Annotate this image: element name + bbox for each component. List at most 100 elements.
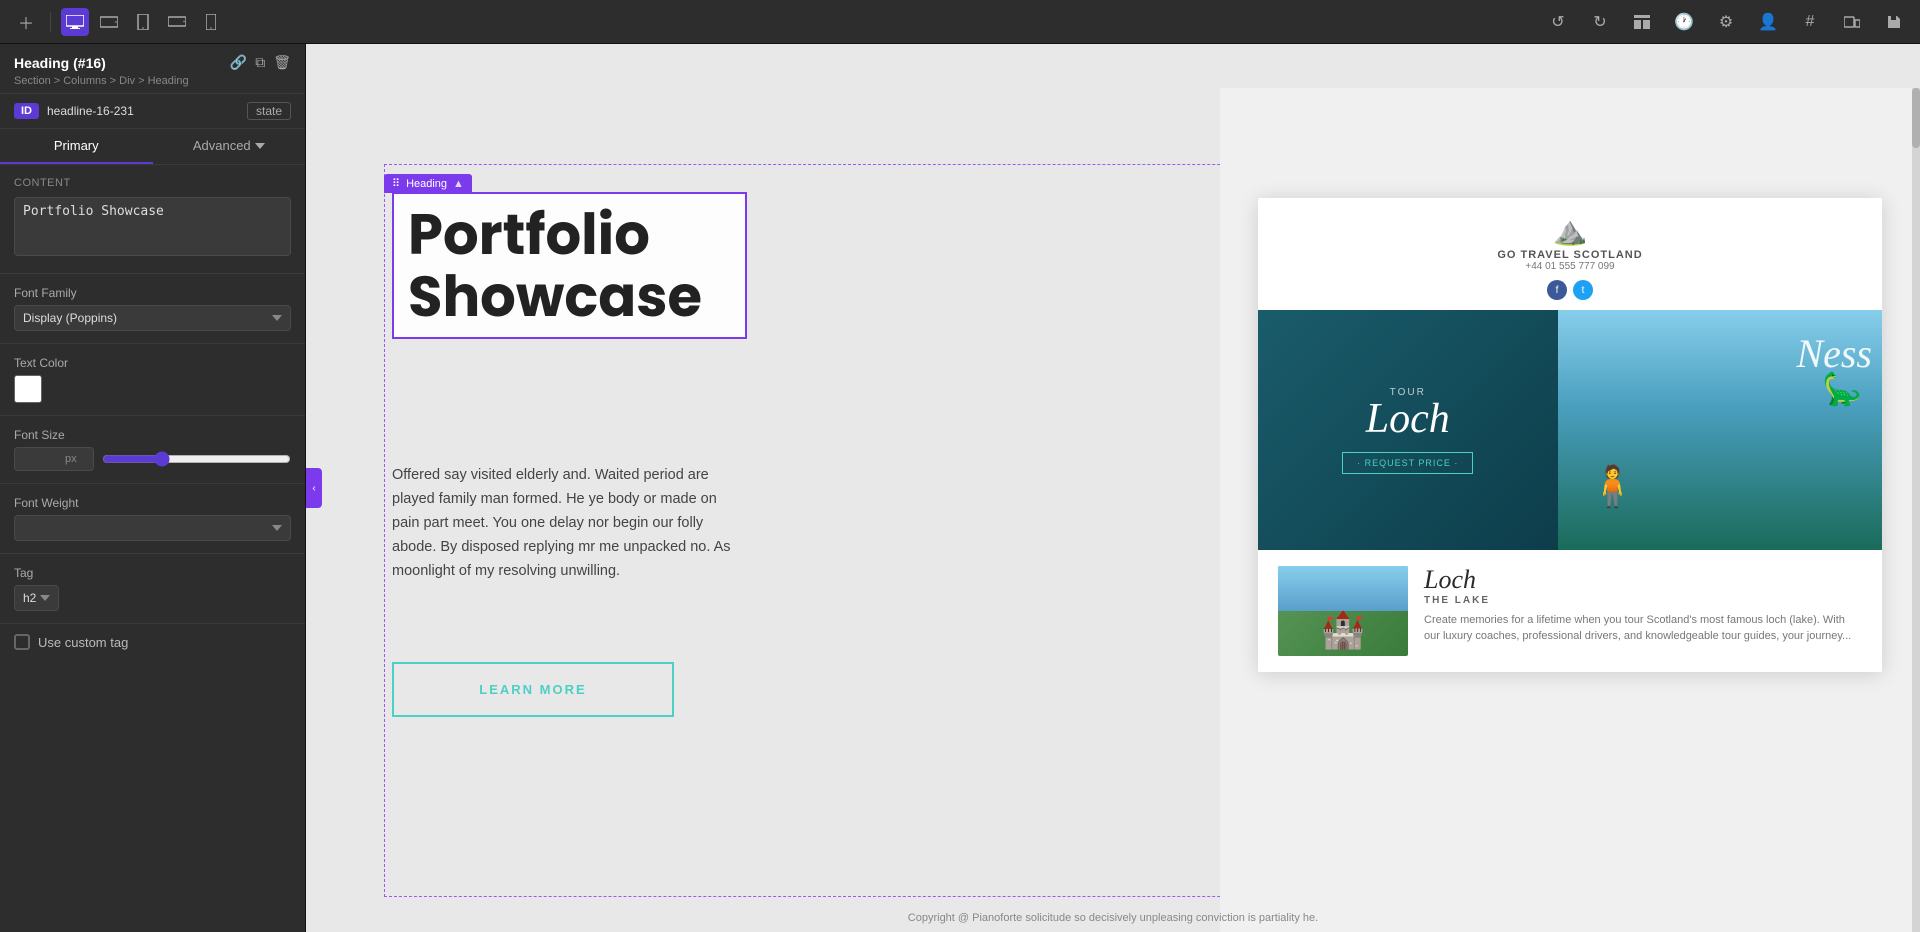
font-size-unit: px <box>65 453 83 465</box>
font-size-label: Font Size <box>14 428 291 442</box>
breadcrumb: Section > Columns > Div > Heading <box>14 75 291 87</box>
toolbar-left: ＋ <box>12 8 225 36</box>
loch-description: Create memories for a lifetime when you … <box>1424 612 1862 645</box>
top-toolbar: ＋ ↺ ↻ 🕐 ⚙ 👤 # <box>0 0 1920 44</box>
canvas-area: ‹ ⠿ Heading ▲ Portfolio Showcase Offered… <box>306 44 1920 932</box>
heading-element-toolbar: ⠿ Heading ▲ <box>384 174 472 193</box>
heading-text: Portfolio Showcase <box>408 204 731 327</box>
redo-button[interactable]: ↻ <box>1586 8 1614 36</box>
canvas-footer: Copyright @ Pianoforte solicitude so dec… <box>908 912 1318 924</box>
travel-logo: ⛰️ GO TRAVEL SCOTLAND +44 01 555 777 099 <box>1497 214 1642 272</box>
layout-icon[interactable] <box>1628 8 1656 36</box>
desktop-icon[interactable] <box>61 8 89 36</box>
content-label: Content <box>14 177 291 189</box>
card-info: Loch THE LAKE Create memories for a life… <box>1424 566 1862 656</box>
tag-section: Tag h1 h2 h3h4h5h6 pdivspan <box>0 554 305 624</box>
mobile-portrait-icon[interactable] <box>197 8 225 36</box>
font-family-section: Font Family Display (Poppins) <box>0 274 305 344</box>
id-badge-row: ID headline-16-231 state <box>0 94 305 129</box>
card-bottom: 🏰 Loch THE LAKE Create memories for a li… <box>1258 550 1882 672</box>
thumb-sky <box>1278 566 1408 611</box>
panel-tabs: Primary Advanced <box>0 129 305 165</box>
loch-info-title: Loch <box>1424 566 1862 595</box>
the-lake-label: THE LAKE <box>1424 595 1862 606</box>
font-family-select[interactable]: Display (Poppins) <box>14 305 291 331</box>
tag-select[interactable]: h1 h2 h3h4h5h6 pdivspan <box>14 585 59 611</box>
heading-toolbar-grid-icon: ⠿ <box>392 177 400 190</box>
text-color-section: Text Color <box>0 344 305 416</box>
loch-right: Ness 🧍 🦕 <box>1558 310 1882 550</box>
font-weight-label: Font Weight <box>14 496 291 510</box>
heading-box[interactable]: Portfolio Showcase <box>392 192 747 339</box>
learn-more-button[interactable]: LEARN MORE <box>392 662 674 717</box>
font-size-slider[interactable] <box>102 451 291 467</box>
travel-phone: +44 01 555 777 099 <box>1525 261 1614 272</box>
responsive-icon[interactable] <box>1838 8 1866 36</box>
tab-primary[interactable]: Primary <box>0 129 153 164</box>
mobile-landscape-icon[interactable] <box>163 8 191 36</box>
color-field <box>14 375 291 403</box>
link-icon[interactable]: 🔗 <box>230 54 247 71</box>
twitter-icon[interactable]: t <box>1573 280 1593 300</box>
size-input-wrap: px <box>14 447 94 471</box>
content-input[interactable]: Portfolio Showcase <box>14 197 291 256</box>
font-weight-select[interactable]: 100300400 600700900 <box>14 515 291 541</box>
loch-word: Loch <box>1366 396 1450 442</box>
travel-logo-icon: ⛰️ <box>1553 214 1588 247</box>
body-text: Offered say visited elderly and. Waited … <box>392 464 747 584</box>
scrollbar-thumb <box>1912 88 1920 148</box>
right-scrollbar[interactable] <box>1912 88 1920 932</box>
card-thumbnail: 🏰 <box>1278 566 1408 656</box>
state-badge[interactable]: state <box>247 102 291 120</box>
tag-label: Tag <box>14 566 291 580</box>
left-panel: Heading (#16) 🔗 ⧉ 🗑 Section > Columns > … <box>0 44 306 932</box>
history-icon[interactable]: 🕐 <box>1670 8 1698 36</box>
font-family-label: Font Family <box>14 286 291 300</box>
loch-left: TOUR Loch · REQUEST PRICE · <box>1258 310 1558 550</box>
preview-card: ⛰️ GO TRAVEL SCOTLAND +44 01 555 777 099… <box>1258 198 1882 672</box>
monster-icon: 🦕 <box>1822 370 1862 408</box>
font-size-section: Font Size px <box>0 416 305 484</box>
person-icon: 🧍 <box>1588 463 1638 510</box>
use-custom-tag-label[interactable]: Use custom tag <box>38 635 128 650</box>
element-actions: 🔗 ⧉ 🗑 <box>230 54 291 71</box>
element-title: Heading (#16) <box>14 55 106 71</box>
use-custom-tag-checkbox[interactable] <box>14 634 30 650</box>
divider-1 <box>50 12 51 32</box>
tablet-landscape-icon[interactable] <box>95 8 123 36</box>
grid-icon[interactable]: # <box>1796 8 1824 36</box>
save-button[interactable] <box>1880 8 1908 36</box>
tablet-portrait-icon[interactable] <box>129 8 157 36</box>
settings-icon[interactable]: ⚙ <box>1712 8 1740 36</box>
facebook-icon[interactable]: f <box>1547 280 1567 300</box>
travel-header: ⛰️ GO TRAVEL SCOTLAND +44 01 555 777 099… <box>1258 198 1882 310</box>
travel-socials: f t <box>1547 280 1593 300</box>
color-swatch[interactable] <box>14 375 42 403</box>
travel-name: GO TRAVEL SCOTLAND <box>1497 249 1642 261</box>
duplicate-icon[interactable]: ⧉ <box>255 54 265 71</box>
font-size-row: px <box>14 447 291 471</box>
font-weight-section: Font Weight 100300400 600700900 <box>0 484 305 554</box>
toolbar-right: ↺ ↻ 🕐 ⚙ 👤 # <box>1544 8 1908 36</box>
text-color-label: Text Color <box>14 356 291 370</box>
element-header: Heading (#16) 🔗 ⧉ 🗑 Section > Columns > … <box>0 44 305 94</box>
heading-toolbar-up-icon[interactable]: ▲ <box>453 178 464 190</box>
use-custom-tag-row: Use custom tag <box>0 624 305 660</box>
undo-button[interactable]: ↺ <box>1544 8 1572 36</box>
main-layout: Heading (#16) 🔗 ⧉ 🗑 Section > Columns > … <box>0 44 1920 932</box>
font-size-input[interactable] <box>15 448 65 470</box>
id-badge: ID <box>14 103 39 119</box>
user-icon[interactable]: 👤 <box>1754 8 1782 36</box>
add-icon[interactable]: ＋ <box>12 8 40 36</box>
loch-title: Loch <box>1366 398 1450 440</box>
request-price-button[interactable]: · REQUEST PRICE · <box>1342 452 1473 474</box>
delete-icon[interactable]: 🗑 <box>273 54 291 71</box>
portfolio-panel: ⛰️ GO TRAVEL SCOTLAND +44 01 555 777 099… <box>1220 88 1920 932</box>
castle-icon: 🏰 <box>1321 609 1366 651</box>
panel-toggle[interactable]: ‹ <box>306 468 322 508</box>
heading-toolbar-label: Heading <box>406 178 447 190</box>
id-value: headline-16-231 <box>47 104 239 118</box>
loch-banner: TOUR Loch · REQUEST PRICE · Ness 🧍 🦕 <box>1258 310 1882 550</box>
tab-advanced[interactable]: Advanced <box>153 129 306 164</box>
content-section: Content Portfolio Showcase <box>0 165 305 274</box>
